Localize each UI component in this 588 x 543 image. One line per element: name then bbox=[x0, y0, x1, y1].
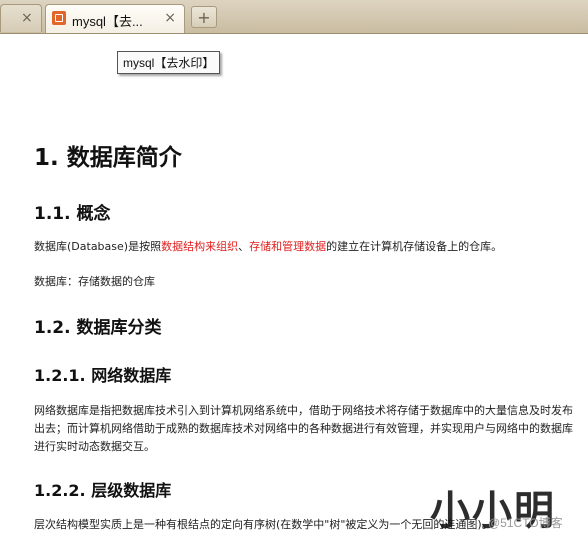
concept-note: 数据库：存储数据的仓库 bbox=[34, 275, 155, 288]
watermark-site: @51CTO博客 bbox=[488, 516, 563, 530]
new-tab-button[interactable]: + bbox=[191, 6, 217, 28]
tab-inactive[interactable]: × bbox=[0, 4, 42, 32]
highlight-text: 数据结构来组织 bbox=[161, 240, 239, 253]
section-heading-concept: 1.1. 概念 bbox=[34, 204, 111, 224]
close-tab-icon[interactable]: × bbox=[21, 11, 33, 25]
tab-title: mysql【去... bbox=[72, 14, 143, 29]
page-title: 1. 数据库简介 bbox=[34, 145, 182, 171]
text-segment: 的建立在计算机存储设备上的仓库。 bbox=[326, 240, 503, 253]
tab-tooltip: mysql【去水印】 bbox=[117, 51, 221, 74]
tab-strip: × mysql【去... × + bbox=[0, 0, 588, 34]
highlight-text: 存储和管理数据 bbox=[249, 240, 327, 253]
concept-paragraph: 数据库(Database)是按照数据结构来组织、存储和管理数据的建立在计算机存储… bbox=[34, 238, 574, 256]
network-paragraph: 网络数据库是指把数据库技术引入到计算机网络系统中，借助于网络技术将存储于数据库中… bbox=[34, 404, 573, 453]
subsection-heading-network: 1.2.1. 网络数据库 bbox=[34, 366, 172, 385]
tab-active[interactable]: mysql【去... × bbox=[45, 4, 185, 33]
favicon-icon bbox=[52, 11, 66, 25]
section-heading-categories: 1.2. 数据库分类 bbox=[34, 318, 162, 338]
text-segment: 、 bbox=[238, 240, 250, 253]
subsection-heading-hierarchical: 1.2.2. 层级数据库 bbox=[34, 481, 172, 500]
text-segment: 数据库(Database)是按照 bbox=[34, 240, 162, 253]
close-tab-icon[interactable]: × bbox=[164, 11, 176, 25]
